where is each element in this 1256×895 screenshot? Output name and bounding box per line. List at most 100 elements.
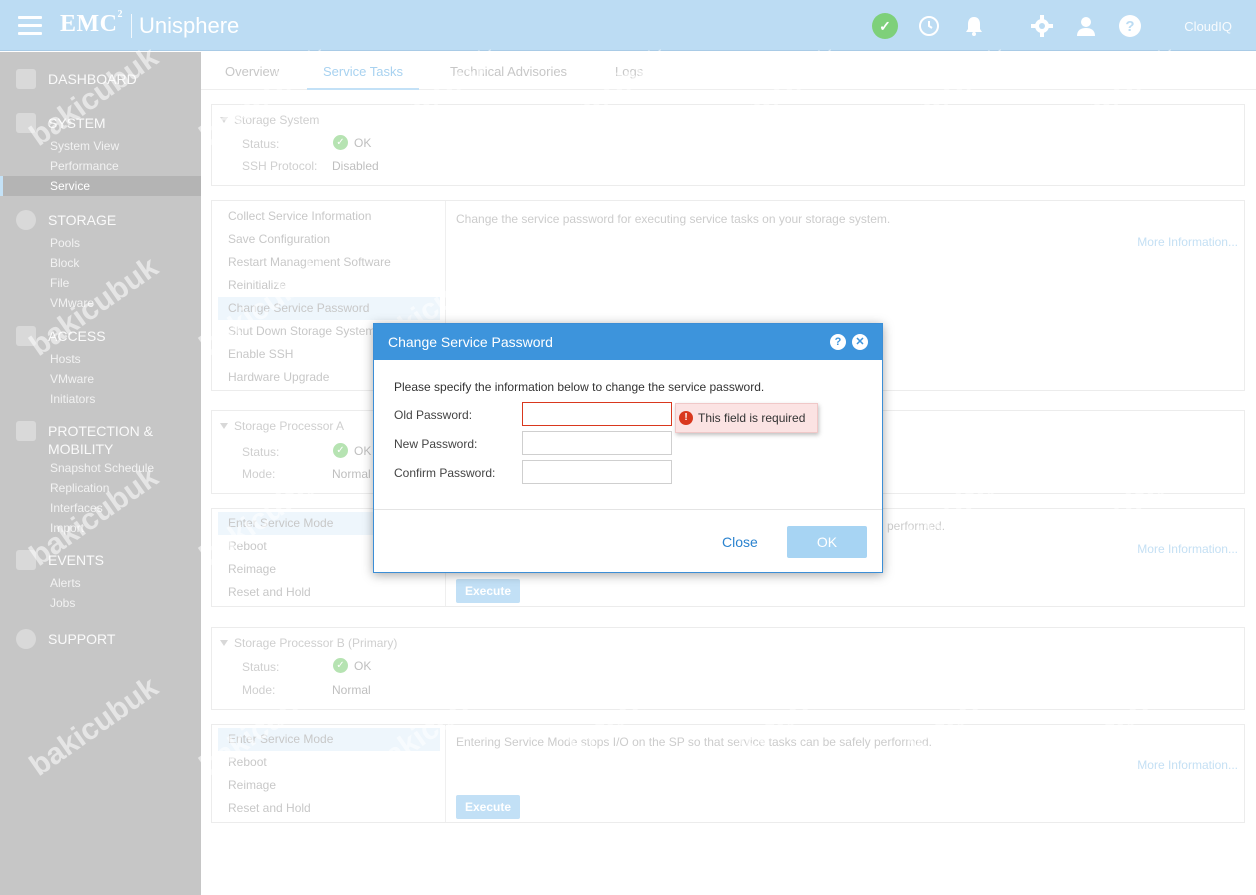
sidebar-item-hosts[interactable]: Hosts [0, 349, 201, 369]
tab-technical-advisories[interactable]: Technical Advisories [450, 64, 567, 79]
sidebar-item-vmware[interactable]: VMware [0, 293, 201, 313]
close-button[interactable]: Close [722, 534, 758, 550]
shield-icon [16, 421, 36, 441]
gear-icon[interactable] [1029, 13, 1055, 39]
sidebar-section-events[interactable]: EVENTS Alerts Jobs [0, 550, 201, 613]
task-restart-management[interactable]: Restart Management Software [218, 251, 440, 274]
sidebar-item-system-view[interactable]: System View [0, 136, 201, 156]
task-enter-service-mode[interactable]: Enter Service Mode [218, 728, 440, 751]
task-reset-and-hold[interactable]: Reset and Hold [218, 797, 440, 820]
dashboard-icon [16, 69, 36, 89]
check-circle-icon[interactable]: ✓ [872, 13, 898, 39]
sidebar-item-alerts[interactable]: Alerts [0, 573, 201, 593]
confirm-password-field[interactable] [522, 460, 672, 484]
task-change-service-password[interactable]: Change Service Password [218, 297, 440, 320]
validation-tooltip: ! This field is required [675, 403, 818, 433]
task-collect-service-info[interactable]: Collect Service Information [218, 205, 440, 228]
sidebar-item-interfaces[interactable]: Interfaces [0, 498, 201, 518]
sidebar-item-label: MOBILITY [48, 441, 114, 457]
sidebar-item-vmware-access[interactable]: VMware [0, 369, 201, 389]
ssh-label: SSH Protocol: [242, 159, 318, 173]
task-reimage[interactable]: Reimage [218, 774, 440, 797]
sidebar-item-replication[interactable]: Replication [0, 478, 201, 498]
mode-value: Normal [332, 683, 371, 697]
help-icon[interactable]: ? [830, 334, 846, 350]
status-label: Status: [242, 445, 280, 459]
task-reinitialize[interactable]: Reinitialize [218, 274, 440, 297]
help-icon[interactable]: ? [1117, 13, 1143, 39]
sidebar-section-access[interactable]: ACCESS Hosts VMware Initiators [0, 326, 201, 409]
collapse-icon[interactable] [220, 117, 228, 123]
collapse-icon[interactable] [220, 423, 228, 429]
sidebar-item-pools[interactable]: Pools [0, 233, 201, 253]
mode-label: Mode: [242, 683, 276, 697]
ok-status-icon: ✓ [333, 135, 348, 150]
events-icon [16, 550, 36, 570]
dialog-divider [374, 509, 882, 510]
storage-icon [16, 210, 36, 230]
status-value: OK [354, 444, 372, 458]
ok-button[interactable]: OK [787, 526, 867, 558]
status-value: OK [354, 659, 372, 673]
sidebar-item-label: ACCESS [48, 328, 106, 344]
status-label: Status: [242, 137, 280, 151]
task-save-configuration[interactable]: Save Configuration [218, 228, 440, 251]
more-information-link[interactable]: More Information... [1137, 542, 1238, 556]
task-reset-and-hold[interactable]: Reset and Hold [218, 581, 440, 604]
sidebar-item-snapshot-schedule[interactable]: Snapshot Schedule [0, 458, 201, 478]
execute-button[interactable]: Execute [456, 579, 520, 603]
sidebar-item-label: EVENTS [48, 552, 105, 568]
tab-bar: Overview Service Tasks Technical Advisor… [201, 52, 1256, 90]
sidebar-item-service[interactable]: Service [0, 176, 201, 196]
sidebar-item-label: SUPPORT [48, 631, 116, 647]
tab-service-tasks[interactable]: Service Tasks [323, 64, 403, 79]
sidebar-section-support[interactable]: SUPPORT [0, 629, 201, 652]
sidebar-item-jobs[interactable]: Jobs [0, 593, 201, 613]
new-password-label: New Password: [394, 437, 478, 451]
close-icon[interactable]: ✕ [852, 334, 868, 350]
execute-button[interactable]: Execute [456, 795, 520, 819]
app-name: Unisphere [139, 13, 240, 38]
clock-icon[interactable] [916, 13, 942, 39]
old-password-label: Old Password: [394, 408, 473, 422]
collapse-icon[interactable] [220, 640, 228, 646]
ssh-value: Disabled [332, 159, 379, 173]
sidebar-section-dashboard[interactable]: DASHBOARD [0, 69, 201, 92]
emc-logo: EMC2 [60, 9, 123, 37]
sidebar-item-label: SYSTEM [48, 115, 106, 131]
spb-tasks-panel: Enter Service Mode Reboot Reimage Reset … [211, 724, 1245, 823]
cloudiq-logo[interactable]: CloudIQ [1184, 19, 1232, 34]
sidebar-item-initiators[interactable]: Initiators [0, 389, 201, 409]
sidebar-item-import[interactable]: Import [0, 518, 201, 538]
new-password-field[interactable] [522, 431, 672, 455]
user-icon[interactable] [1073, 13, 1099, 39]
access-icon [16, 326, 36, 346]
validation-message: This field is required [698, 411, 806, 425]
sidebar-item-block[interactable]: Block [0, 253, 201, 273]
change-service-password-dialog: Change Service Password ? ✕ Please speci… [373, 323, 883, 573]
task-description: performed. [887, 519, 946, 533]
dialog-title: Change Service Password [388, 334, 553, 350]
old-password-field[interactable] [522, 402, 672, 426]
sidebar-section-protection[interactable]: PROTECTION & MOBILITY Snapshot Schedule R… [0, 421, 201, 538]
divider [445, 725, 446, 822]
sidebar-item-file[interactable]: File [0, 273, 201, 293]
mode-label: Mode: [242, 467, 276, 481]
sidebar-item-performance[interactable]: Performance [0, 156, 201, 176]
support-icon [16, 629, 36, 649]
panel-title: Storage Processor A [234, 419, 345, 433]
sidebar-item-label: PROTECTION & [48, 423, 154, 439]
tab-overview[interactable]: Overview [225, 64, 279, 79]
more-information-link[interactable]: More Information... [1137, 235, 1238, 249]
dialog-header: Change Service Password ? ✕ [374, 324, 882, 360]
panel-title: Storage Processor B (Primary) [234, 636, 398, 650]
bell-icon[interactable] [961, 13, 987, 39]
tab-logs[interactable]: Logs [615, 64, 643, 79]
task-reboot[interactable]: Reboot [218, 751, 440, 774]
more-information-link[interactable]: More Information... [1137, 758, 1238, 772]
sidebar-section-system[interactable]: SYSTEM System View Performance Service [0, 113, 201, 196]
sidebar-section-storage[interactable]: STORAGE Pools Block File VMware [0, 210, 201, 313]
system-icon [16, 113, 36, 133]
menu-icon[interactable] [18, 16, 42, 36]
ok-status-icon: ✓ [333, 443, 348, 458]
